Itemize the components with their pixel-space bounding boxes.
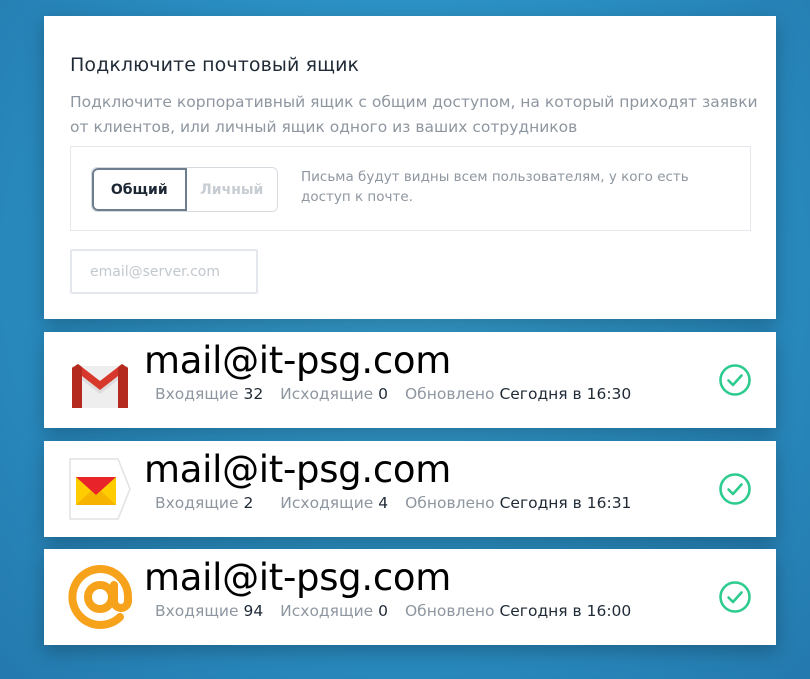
mailbox-address: mail@it-psg.com	[144, 339, 451, 382]
mailbox-stats: Входящие 94 Исходящие 0 Обновлено Сегодн…	[155, 600, 631, 622]
mailbox-row[interactable]: mail@it-psg.com Входящие 94 Исходящие 0 …	[44, 549, 776, 645]
incoming-count: 2	[243, 494, 254, 512]
gmail-icon	[72, 364, 128, 408]
mailbox-row[interactable]: mail@it-psg.com Входящие 2 Исходящие 4 О…	[44, 441, 776, 537]
personal-mode-button[interactable]: Личный	[186, 168, 277, 211]
access-mode-hint: Письма будут видны всем пользователям, у…	[301, 169, 689, 205]
outgoing-label: Исходящие	[280, 385, 374, 403]
outgoing-count: 4	[378, 494, 389, 512]
incoming-label: Входящие	[155, 385, 239, 403]
mailbox-address: mail@it-psg.com	[144, 448, 451, 491]
access-mode-toggle: Общий Личный	[91, 167, 278, 212]
check-circle-icon	[719, 364, 751, 396]
updated-time: Сегодня в 16:00	[499, 602, 632, 620]
updated-time: Сегодня в 16:30	[499, 385, 632, 403]
mail-ru-icon	[68, 565, 132, 629]
outgoing-count: 0	[378, 602, 388, 620]
outgoing-count: 0	[378, 385, 388, 403]
check-circle-icon	[719, 581, 751, 613]
incoming-count: 94	[243, 602, 264, 620]
shared-mode-button[interactable]: Общий	[92, 168, 187, 211]
mailbox-stats: Входящие 2 Исходящие 4 Обновлено Сегодня…	[155, 492, 631, 514]
updated-label: Обновлено	[405, 494, 495, 512]
outgoing-label: Исходящие	[280, 602, 374, 620]
mailbox-stats: Входящие 32 Исходящие 0 Обновлено Сегодн…	[155, 383, 631, 405]
updated-label: Обновлено	[404, 602, 495, 620]
connect-title: Подключите почтовый ящик	[70, 54, 360, 76]
connect-mailbox-card: Подключите почтовый ящик Подключите корп…	[44, 16, 776, 319]
incoming-count: 32	[243, 385, 264, 403]
updated-label: Обновлено	[404, 385, 495, 403]
incoming-label: Входящие	[155, 602, 239, 620]
mailbox-address: mail@it-psg.com	[144, 556, 451, 599]
connect-description: Подключите корпоративный ящик с общим до…	[70, 93, 758, 136]
updated-time: Сегодня в 16:31	[499, 494, 632, 512]
email-input[interactable]	[70, 249, 258, 294]
incoming-label: Входящие	[155, 494, 239, 512]
access-mode-box: Общий Личный Письма будут видны всем пол…	[70, 146, 751, 231]
outgoing-label: Исходящие	[280, 494, 374, 512]
mailbox-row[interactable]: mail@it-psg.com Входящие 32 Исходящие 0 …	[44, 332, 776, 428]
check-circle-icon	[719, 473, 751, 505]
yandex-mail-icon	[69, 458, 131, 520]
